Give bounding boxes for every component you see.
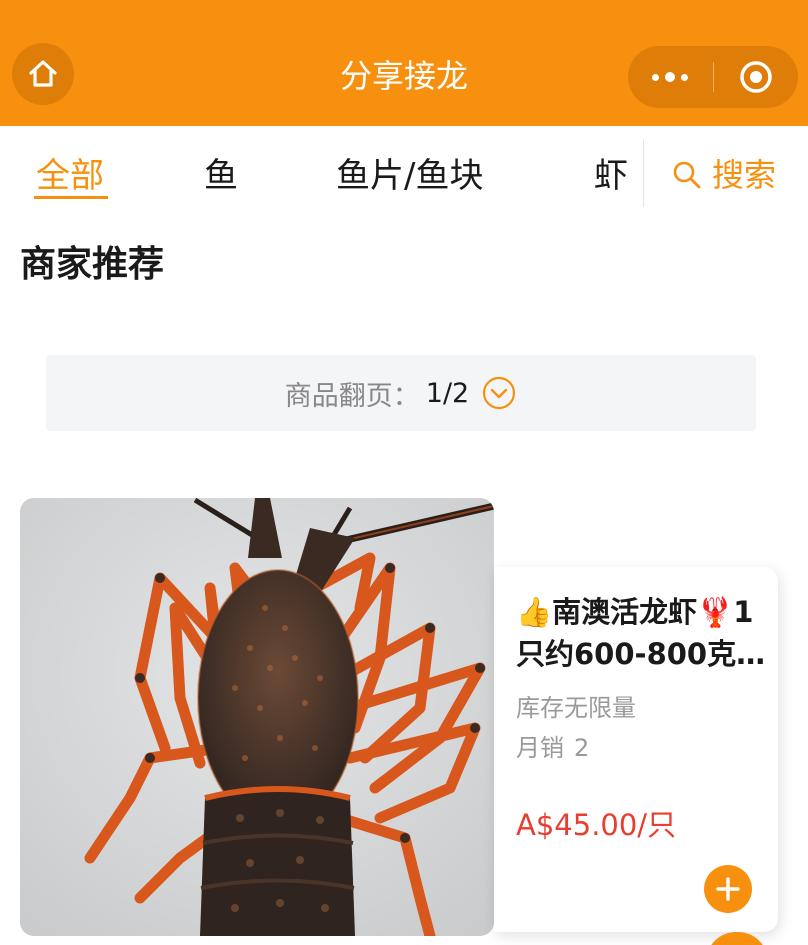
search-button[interactable]: 搜索 xyxy=(672,153,776,197)
more-dots-icon xyxy=(652,72,689,82)
tab-all[interactable]: 全部 xyxy=(36,154,104,198)
product-stock: 库存无限量 xyxy=(516,694,636,722)
product-name: 👍南澳活龙虾🦞1只约600-800克… xyxy=(516,595,766,671)
sales-label: 月销 xyxy=(516,734,564,762)
search-icon xyxy=(673,161,701,189)
chevron-down-circle-icon xyxy=(481,375,517,411)
close-button[interactable] xyxy=(714,46,799,108)
lobster-photo xyxy=(20,498,494,936)
add-to-cart-button[interactable] xyxy=(704,865,752,913)
section-title: 商家推荐 xyxy=(20,244,165,285)
plus-icon xyxy=(716,877,740,901)
product-image[interactable] xyxy=(20,498,494,936)
pager-value: 1/2 xyxy=(425,377,470,409)
active-tab-indicator xyxy=(34,196,108,199)
product-price: A$45.00/只 xyxy=(516,808,677,842)
pager-label: 商品翻页： xyxy=(284,380,420,412)
target-close-icon xyxy=(740,61,772,93)
navigation-bar: 分享接龙 xyxy=(0,0,808,126)
product-card[interactable]: 👍南澳活龙虾🦞1只约600-800克… 库存无限量 月销 2 A$45.00/只 xyxy=(494,567,778,932)
page-selector[interactable]: 商品翻页： 1/2 xyxy=(46,355,756,431)
tabs-divider xyxy=(643,139,644,207)
tab-fish[interactable]: 鱼 xyxy=(204,154,238,198)
floating-button-partial[interactable] xyxy=(706,932,768,945)
sales-value: 2 xyxy=(574,734,590,762)
tab-shrimp[interactable]: 虾 xyxy=(594,154,628,198)
more-button[interactable] xyxy=(628,46,713,108)
tab-fish-fillets[interactable]: 鱼片/鱼块 xyxy=(336,154,483,198)
mini-program-capsule xyxy=(628,46,798,108)
search-label: 搜索 xyxy=(712,156,777,194)
product-monthly-sales: 月销 2 xyxy=(516,731,589,765)
